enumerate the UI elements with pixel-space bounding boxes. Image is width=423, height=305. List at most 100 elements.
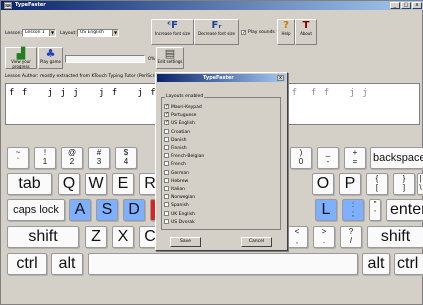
key-top: ! [43,148,47,157]
play-sounds-checkbox[interactable]: ✓ [241,30,246,36]
cancel-button[interactable]: Cancel [241,237,272,247]
layout-checkbox[interactable] [164,161,169,167]
key-bottom: ' [374,209,376,218]
key-0[interactable]: ) 0 [290,147,312,169]
key-shift-right[interactable]: shift [367,226,423,248]
key-left-bracket[interactable]: {[ [366,173,388,195]
key-top: @ [67,148,77,157]
help-button[interactable]: ? Help [277,19,295,45]
save-button[interactable]: Save [170,237,201,247]
layout-option[interactable]: UK English [164,210,195,217]
key-caps-lock[interactable]: caps lock [7,199,65,221]
key-space[interactable] [88,253,358,275]
about-icon: T [302,20,310,31]
key-2[interactable]: @2 [61,147,83,169]
key-minus[interactable]: _ - [317,147,339,169]
key-s[interactable]: S [96,199,118,221]
layout-option[interactable]: French [164,161,186,167]
key-w[interactable]: W [85,173,107,195]
layout-option[interactable]: ✓ Maori-Keypad [164,104,202,110]
key-comma[interactable]: <, [286,226,308,248]
layout-option-label: Norwegian [171,195,196,201]
dialog-close-button[interactable]: x [277,75,284,81]
layout-checkbox[interactable] [164,186,169,191]
key-a[interactable]: A [69,199,91,221]
maximize-button[interactable]: □ [401,2,411,9]
layout-option[interactable]: Finnish [164,145,187,151]
layout-checkbox[interactable] [164,153,169,159]
layout-option[interactable]: ✓ Portuguese [164,112,196,118]
layout-option[interactable]: French-Belgian [164,153,204,159]
key-alt-right[interactable]: alt [362,253,390,275]
key-bottom: = [352,157,358,166]
dialog-title: TypeFaster [203,75,234,81]
key-ctrl-right[interactable]: ctrl [394,253,423,275]
layout-checkbox[interactable]: ✓ [164,120,169,126]
increase-font-icon: ᶜF [167,20,178,31]
layout-option-label: UK English [171,211,195,217]
close-button[interactable]: x [412,2,422,9]
layout-checkbox[interactable] [164,210,169,216]
layout-checkbox[interactable] [164,145,169,150]
view-progress-button[interactable]: ▟ View your progress [5,47,37,69]
key-bottom: / [349,236,353,245]
key-4[interactable]: $4 [115,147,137,169]
layout-checkbox[interactable]: ✓ [164,104,169,109]
key-tab[interactable]: tab [7,173,52,195]
layout-checkbox[interactable]: ✓ [164,112,169,118]
edit-settings-button[interactable]: ▤ Edit settings [156,47,184,69]
layout-option[interactable]: Spanish [164,202,189,208]
layout-option-label: US Dvorak [171,219,195,225]
key-bottom: , [295,236,299,245]
layout-option[interactable]: US Dvorak [164,218,195,225]
key-alt-left[interactable]: alt [51,253,83,275]
layout-select[interactable]: US English ▼ [77,29,119,37]
layout-option[interactable]: Italian [164,186,185,192]
layout-checkbox[interactable] [164,177,169,183]
key-right-bracket[interactable]: }] [393,173,415,195]
key-backspace[interactable]: backspace [370,147,423,169]
key-tilde[interactable]: ~ ` [7,147,29,169]
key-3[interactable]: #3 [88,147,110,169]
layout-checkbox[interactable] [164,218,169,224]
layout-checkbox[interactable] [164,194,169,200]
key-1[interactable]: ! 1 [34,147,56,169]
key-ctrl-left[interactable]: ctrl [7,253,47,275]
key-top: " [373,200,377,209]
layout-option[interactable]: Croatian [164,128,190,135]
play-game-button[interactable]: ♣ Play game [38,47,63,69]
key-p[interactable]: P [339,173,361,195]
key-quote[interactable]: " ' [369,199,381,221]
layout-option[interactable]: ✓ US English [164,120,195,126]
increase-font-button[interactable]: ᶜF Increase font size [151,19,194,45]
key-d[interactable]: D [123,199,145,221]
lesson-select[interactable]: Lesson 1 ▼ [22,29,56,37]
key-semicolon[interactable]: :; [342,199,364,221]
key-enter[interactable]: enter [386,199,423,221]
layout-option[interactable]: Norwegian [164,194,195,200]
window-title: TypeFaster [15,2,46,8]
key-equals[interactable]: + = [344,147,366,169]
layout-checkbox[interactable] [164,169,169,175]
key-x[interactable]: X [112,226,134,248]
layout-option[interactable]: German [164,169,189,176]
layout-checkbox[interactable] [164,136,169,142]
key-o[interactable]: O [312,173,334,195]
key-z[interactable]: Z [85,226,107,248]
layout-checkbox[interactable] [164,128,169,134]
key-l[interactable]: L [315,199,337,221]
key-period[interactable]: >. [313,226,335,248]
layout-option[interactable]: Hebrew [164,177,189,184]
minimize-button[interactable]: _ [390,2,400,9]
key-q[interactable]: Q [58,173,80,195]
key-e[interactable]: E [112,173,134,195]
layout-checkbox[interactable] [164,202,169,208]
increase-font-label: Increase font size [154,31,191,36]
key-backslash[interactable]: | \ [417,173,423,195]
about-button[interactable]: T About [295,19,317,45]
key-shift-left[interactable]: shift [7,226,79,248]
key-slash[interactable]: ? / [340,226,362,248]
layout-option[interactable]: Danish [164,136,187,143]
decrease-font-button[interactable]: Fᵣ Decrease font size [194,19,239,45]
layout-option-label: Hebrew [171,178,189,184]
